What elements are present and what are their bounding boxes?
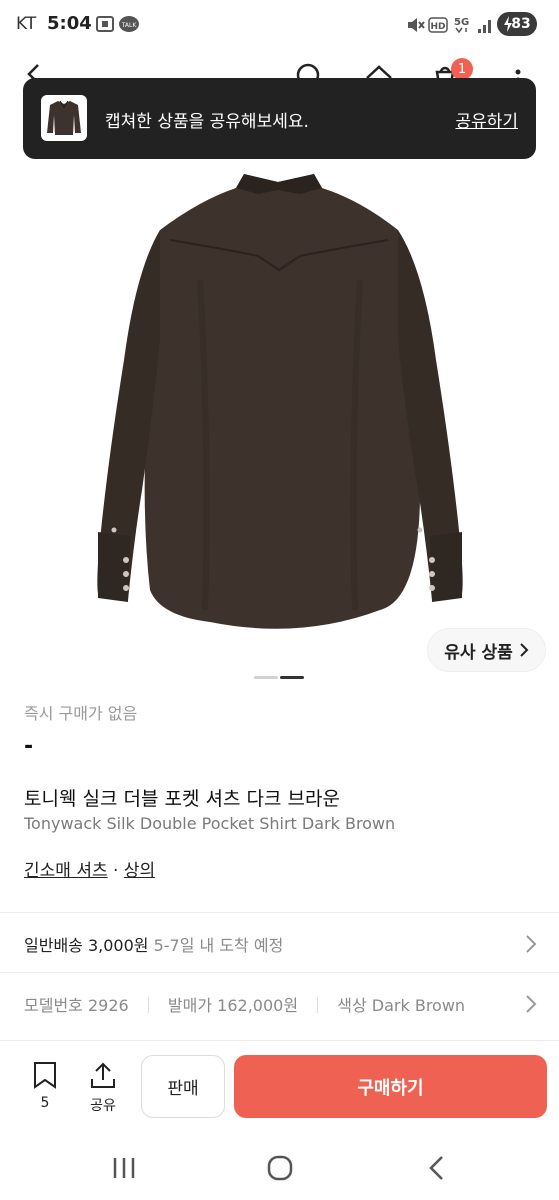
product-specs-row[interactable]: 모델번호 2926 발매가 162,000원 색상 Dark Brown	[0, 972, 559, 1032]
specs-text: 모델번호 2926 발매가 162,000원 색상 Dark Brown	[24, 992, 465, 1016]
svg-text:HD: HD	[430, 22, 445, 32]
shipping-fee: 일반배송 3,000원	[24, 936, 149, 955]
purchase-action-bar: 5 공유 판매 구매하기	[0, 1040, 559, 1132]
similar-products-label: 유사 상품	[444, 642, 513, 663]
svg-text:5G: 5G	[454, 17, 469, 28]
home-button-icon[interactable]	[267, 1155, 293, 1181]
color-value: Dark Brown	[371, 996, 466, 1015]
carrier-label: KT	[16, 14, 37, 34]
carousel-indicator	[254, 664, 306, 683]
back-button-icon[interactable]	[426, 1155, 446, 1181]
status-bar: KT 5:04 TALK HD 5G 83	[0, 0, 559, 50]
sell-button[interactable]: 판매	[141, 1055, 225, 1118]
divider	[147, 997, 149, 1013]
chevron-right-icon	[520, 643, 529, 657]
shipping-text: 일반배송 3,000원 5-7일 내 도착 예정	[24, 932, 283, 956]
bookmark-count: 5	[40, 1095, 50, 1111]
svg-text:TALK: TALK	[121, 22, 138, 29]
chevron-right-icon	[526, 995, 537, 1013]
network-5g-icon: 5G	[454, 17, 469, 34]
similar-products-button[interactable]: 유사 상품	[427, 628, 546, 672]
product-name-english: Tonywack Silk Double Pocket Shirt Dark B…	[24, 814, 396, 833]
chevron-right-icon	[526, 935, 537, 953]
charging-icon	[504, 16, 512, 32]
category-tops[interactable]: 상의	[124, 861, 155, 881]
carousel-dot-active	[280, 676, 304, 679]
system-navigation-bar	[0, 1136, 559, 1200]
shipping-row[interactable]: 일반배송 3,000원 5-7일 내 도착 예정	[0, 912, 559, 972]
category-breadcrumb: 긴소매 셔츠 · 상의	[24, 856, 155, 881]
release-price-value: 162,000원	[217, 996, 299, 1015]
hd-icon: HD	[428, 17, 448, 33]
toast-share-button[interactable]: 공유하기	[455, 107, 518, 132]
product-image[interactable]	[0, 160, 559, 680]
battery-level: 83	[511, 16, 531, 32]
model-number-label: 모델번호	[24, 996, 83, 1015]
divider	[317, 997, 319, 1013]
product-thumbnail	[41, 95, 87, 141]
kakaotalk-icon: TALK	[119, 16, 139, 32]
share-button[interactable]: 공유	[86, 1061, 120, 1115]
bookmark-icon	[34, 1062, 56, 1089]
share-toast: 캡쳐한 상품을 공유해보세요. 공유하기	[23, 78, 536, 159]
release-price-label: 발매가	[167, 996, 213, 1015]
signal-icon	[478, 20, 491, 33]
model-number-value: 2926	[87, 996, 129, 1015]
share-icon	[91, 1062, 115, 1088]
bookmark-button[interactable]: 5	[28, 1061, 62, 1111]
instant-price-label: 즉시 구매가 없음	[24, 704, 138, 723]
product-name-korean: 토니웩 실크 더블 포켓 셔츠 다크 브라운	[24, 788, 340, 810]
buy-button[interactable]: 구매하기	[234, 1055, 547, 1118]
category-separator: ·	[113, 861, 119, 881]
screenshot-icon	[96, 16, 114, 32]
cart-count-badge: 1	[451, 58, 473, 80]
recent-apps-icon[interactable]	[112, 1156, 138, 1180]
shipping-eta: 5-7일 내 도착 예정	[153, 936, 284, 955]
category-long-sleeve-shirts[interactable]: 긴소매 셔츠	[24, 861, 108, 881]
share-label: 공유	[90, 1098, 116, 1114]
instant-price: -	[24, 734, 34, 759]
toast-message: 캡쳐한 상품을 공유해보세요.	[105, 112, 309, 132]
clock: 5:04	[47, 13, 92, 34]
mute-icon	[408, 18, 425, 32]
battery-indicator: 83	[497, 12, 537, 36]
color-label: 색상	[337, 996, 367, 1015]
carousel-dot	[254, 676, 278, 679]
